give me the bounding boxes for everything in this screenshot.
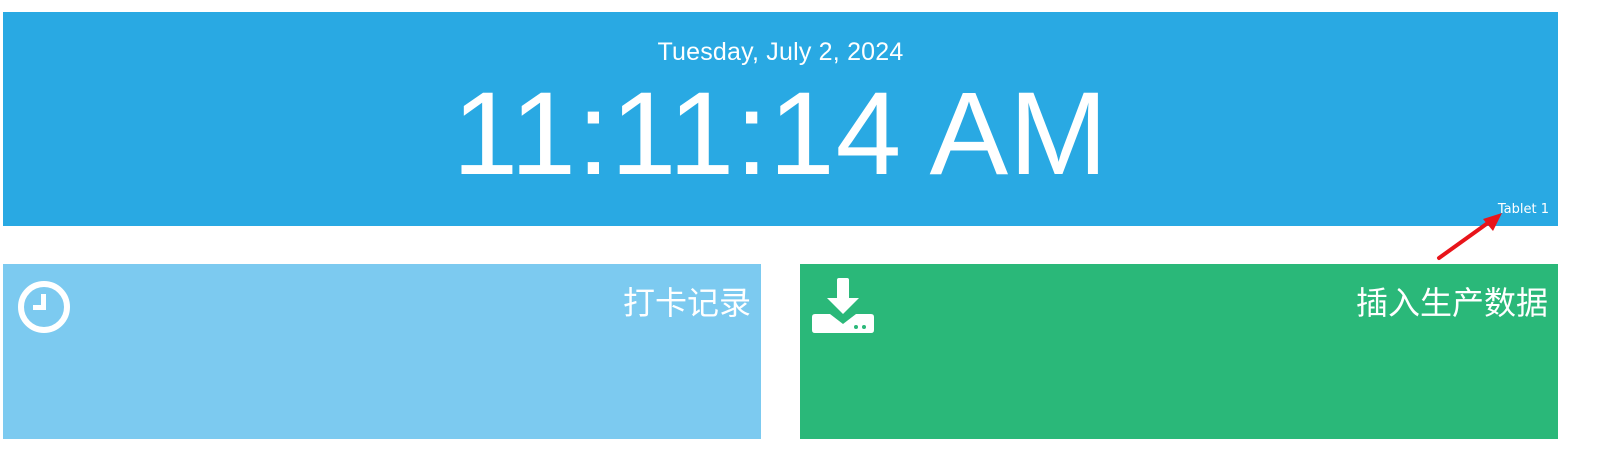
tile-title: 打卡记录 [622,284,751,322]
tile-insert-production-data[interactable]: 插入生产数据 [800,264,1558,439]
current-date: Tuesday, July 2, 2024 [657,38,904,66]
annotation-arrow [1437,213,1502,260]
current-time: 11:11:14 AM [452,68,1109,200]
clock-icon [15,278,73,341]
tile-clock-records[interactable]: 打卡记录 [3,264,761,439]
download-icon [812,278,874,341]
clock-header: Tuesday, July 2, 2024 11:11:14 AM Tablet… [3,12,1558,226]
tile-title: 插入生产数据 [1355,284,1548,322]
